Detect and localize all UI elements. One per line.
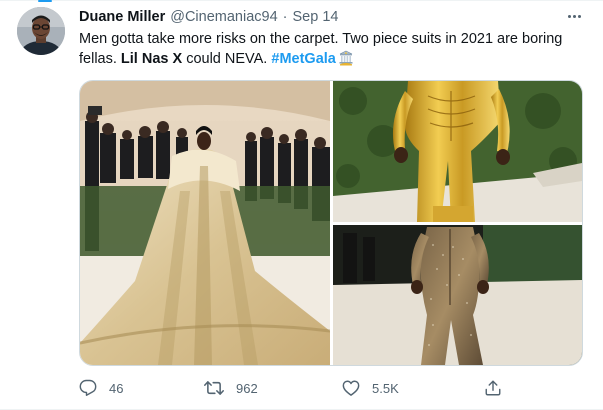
tweet-date[interactable]: Sep 14 (292, 9, 338, 25)
reply-count: 46 (109, 380, 124, 396)
like-button[interactable]: 5.5K (342, 378, 399, 398)
share-button[interactable] (484, 378, 502, 398)
author-name[interactable]: Duane Miller (79, 9, 165, 25)
retweet-button[interactable]: 962 (204, 378, 258, 398)
hashtag-link[interactable]: #MetGala (271, 51, 335, 67)
photo-crystal-bodysuit[interactable] (333, 225, 582, 365)
tweet-header: Duane Miller @Cinemaniac94 · Sep 14 (79, 9, 338, 27)
avatar[interactable] (17, 7, 65, 55)
more-options-icon[interactable] (565, 9, 583, 23)
retweet-count: 962 (236, 380, 258, 396)
media-grid (79, 80, 583, 366)
top-divider (0, 0, 603, 1)
photo-gold-armor-suit[interactable] (333, 81, 582, 222)
share-icon (484, 379, 502, 397)
like-icon (342, 379, 360, 397)
author-handle[interactable]: @Cinemaniac94 (170, 9, 277, 25)
tweet-text: Men gotta take more risks on the carpet.… (79, 30, 579, 72)
retweet-icon (204, 379, 224, 397)
tweet-actions: 46 962 5.5K (79, 378, 583, 398)
reply-button[interactable]: 46 (79, 378, 123, 398)
reply-icon (79, 379, 97, 397)
mention-lil-nas-x: Lil Nas X (120, 50, 183, 67)
like-count: 5.5K (372, 380, 399, 396)
tweet-text-part2: could NEVA. (182, 50, 272, 67)
photo-gold-cape-gown[interactable] (80, 81, 330, 365)
top-accent-bar (38, 0, 52, 2)
separator-dot: · (282, 9, 288, 25)
met-gala-hashflag-icon (338, 50, 354, 73)
